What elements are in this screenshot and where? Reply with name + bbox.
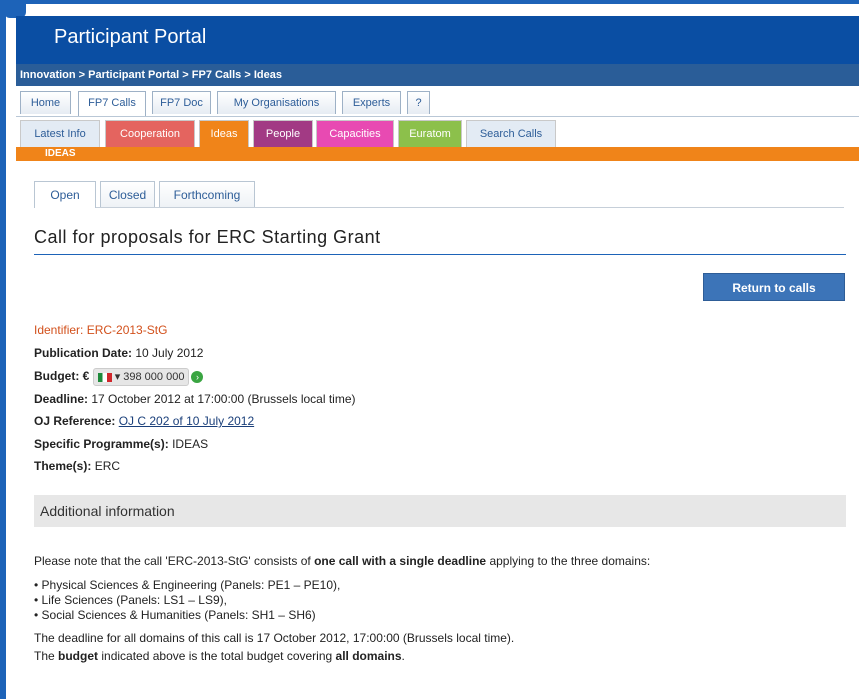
p3-text-e: . [401,649,405,663]
tab-fp7-calls[interactable]: FP7 Calls [78,91,146,116]
page-title: Call for proposals for ERC Starting Gran… [34,227,846,255]
programme-label: Specific Programme(s): [34,437,169,451]
tab-my-organisations[interactable]: My Organisations [217,91,336,114]
main-tabs: Home FP7 Calls FP7 Doc My Organisations … [16,86,859,117]
domain-bullet: • Social Sciences & Humanities (Panels: … [34,608,316,622]
oj-label: OJ Reference: [34,414,116,428]
additional-paragraph-2: The deadline for all domains of this cal… [34,631,515,645]
oj-reference-row: OJ Reference: OJ C 202 of 10 July 2012 [34,414,254,428]
tab-closed[interactable]: Closed [100,181,155,207]
tab-search-calls[interactable]: Search Calls [466,120,556,147]
programme-row: Specific Programme(s): IDEAS [34,437,208,451]
tab-home[interactable]: Home [20,91,71,114]
theme-value: ERC [94,459,121,473]
convert-go-icon[interactable]: › [191,371,204,383]
additional-paragraph-1: Please note that the call 'ERC-2013-StG'… [34,554,849,568]
tab-experts[interactable]: Experts [342,91,401,114]
additional-info-heading: Additional information [34,495,846,527]
p3-text-budget: budget [58,649,99,663]
tab-cooperation[interactable]: Cooperation [105,120,195,147]
theme-row: Theme(s): ERC [34,459,120,473]
p3-text-a: The [34,649,59,663]
p3-text-all-domains: all domains [335,649,402,663]
breadcrumb: Innovation > Participant Portal > FP7 Ca… [16,64,859,86]
publication-row: Publication Date: 10 July 2012 [34,346,203,360]
section-bar: IDEAS [16,147,859,161]
budget-row: Budget: € ▾ 398 000 000 › [34,368,204,386]
return-to-calls-button[interactable]: Return to calls [703,273,845,301]
budget-label: Budget: € [34,369,90,384]
deadline-value: 17 October 2012 at 17:00:00 (Brussels lo… [91,392,356,406]
p1-text-bold: one call with a single deadline [314,554,487,568]
call-status-tabs: Open Closed Forthcoming [34,179,844,208]
identifier-value: ERC-2013-StG [86,323,168,337]
budget-value: 398 000 000 [123,371,185,383]
tab-people[interactable]: People [253,120,313,147]
flag-icon [97,372,112,382]
deadline-row: Deadline: 17 October 2012 at 17:00:00 (B… [34,392,356,406]
oj-reference-link[interactable]: OJ C 202 of 10 July 2012 [119,414,254,428]
identifier-label: Identifier: [34,323,84,337]
publication-value: 10 July 2012 [135,346,204,360]
currency-converter[interactable]: ▾ 398 000 000 [92,368,190,386]
domain-bullet: • Physical Sciences & Engineering (Panel… [34,578,341,592]
tab-open[interactable]: Open [34,181,96,208]
domain-bullet: • Life Sciences (Panels: LS1 – LS9), [34,593,227,607]
tab-ideas[interactable]: Ideas [199,120,249,147]
portal-title: Participant Portal [54,26,207,48]
theme-label: Theme(s): [34,459,92,473]
identifier-row: Identifier: ERC-2013-StG [34,323,167,337]
tab-capacities[interactable]: Capacities [316,120,394,147]
p1-text-c: applying to the three domains: [486,554,651,568]
tab-fp7-doc[interactable]: FP7 Doc [152,91,211,114]
p3-text-c: indicated above is the total budget cove… [98,649,336,663]
portal-header: Participant Portal [16,16,859,64]
publication-label: Publication Date: [34,346,133,360]
tab-euratom[interactable]: Euratom [398,120,462,147]
tab-forthcoming[interactable]: Forthcoming [159,181,255,207]
programme-value: IDEAS [172,437,209,451]
additional-paragraph-3: The budget indicated above is the total … [34,649,849,663]
p1-text-a: Please note that the call 'ERC-2013-StG'… [34,554,315,568]
deadline-label: Deadline: [34,392,89,406]
main-content: Open Closed Forthcoming Call for proposa… [16,161,859,699]
tab-help[interactable]: ? [407,91,430,114]
programme-tabs: Latest Info Cooperation Ideas People Cap… [16,117,859,147]
tab-latest-info[interactable]: Latest Info [20,120,100,147]
